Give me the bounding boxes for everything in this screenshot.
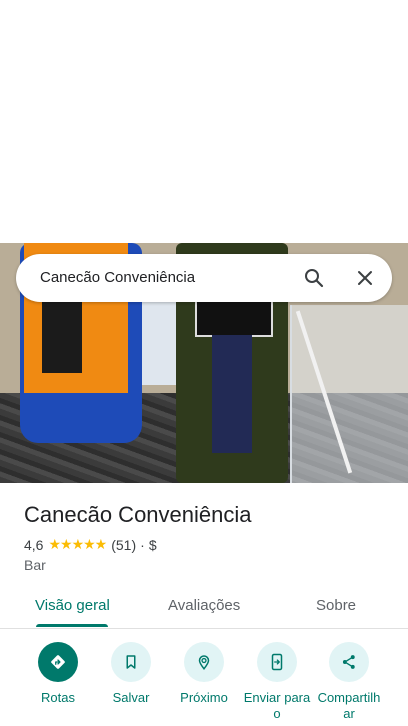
tab-reviews[interactable]: Avaliações (168, 597, 240, 614)
tab-about[interactable]: Sobre (316, 597, 356, 614)
save-button[interactable]: Salvar (91, 640, 171, 706)
rating-value: 4,6 (24, 536, 44, 553)
send-to-phone-button[interactable]: Enviar para o (237, 640, 317, 722)
place-title: Canecão Conveniência (24, 502, 252, 527)
search-icon[interactable] (302, 266, 326, 290)
close-icon[interactable] (353, 266, 377, 290)
send-to-phone-label: Enviar para o (243, 690, 311, 721)
directions-button[interactable]: Rotas (18, 640, 98, 706)
price-level: $ (148, 536, 157, 553)
share-icon[interactable] (329, 642, 369, 682)
separator-dot: · (140, 536, 145, 553)
photo-plastic-cup (290, 305, 408, 483)
photo-whisky-label-lower (212, 335, 252, 453)
rating-row[interactable]: 4,6 ★★★★★ (51) · $ (24, 536, 157, 553)
bookmark-icon[interactable] (111, 642, 151, 682)
nearby-label: Próximo (180, 690, 228, 705)
action-bar: Rotas Salvar Próximo Enviar para o Compa… (0, 640, 408, 726)
share-button[interactable]: Compartilhar (309, 640, 389, 722)
save-label: Salvar (112, 690, 150, 705)
active-tab-indicator (36, 624, 108, 627)
share-label: Compartilhar (317, 690, 381, 721)
send-to-phone-icon[interactable] (257, 642, 297, 682)
star-rating-icon: ★★★★★ (48, 536, 107, 552)
directions-label: Rotas (41, 690, 75, 705)
search-query[interactable]: Canecão Conveniência (40, 269, 195, 286)
place-category[interactable]: Bar (24, 557, 46, 573)
nearby-button[interactable]: Próximo (164, 640, 244, 706)
review-count[interactable]: (51) (111, 537, 136, 553)
tab-overview[interactable]: Visão geral (35, 597, 110, 614)
tab-bar: Visão geral Avaliações Sobre (0, 588, 408, 629)
directions-icon[interactable] (38, 642, 78, 682)
search-bar[interactable]: Canecão Conveniência (16, 254, 392, 302)
nearby-icon[interactable] (184, 642, 224, 682)
